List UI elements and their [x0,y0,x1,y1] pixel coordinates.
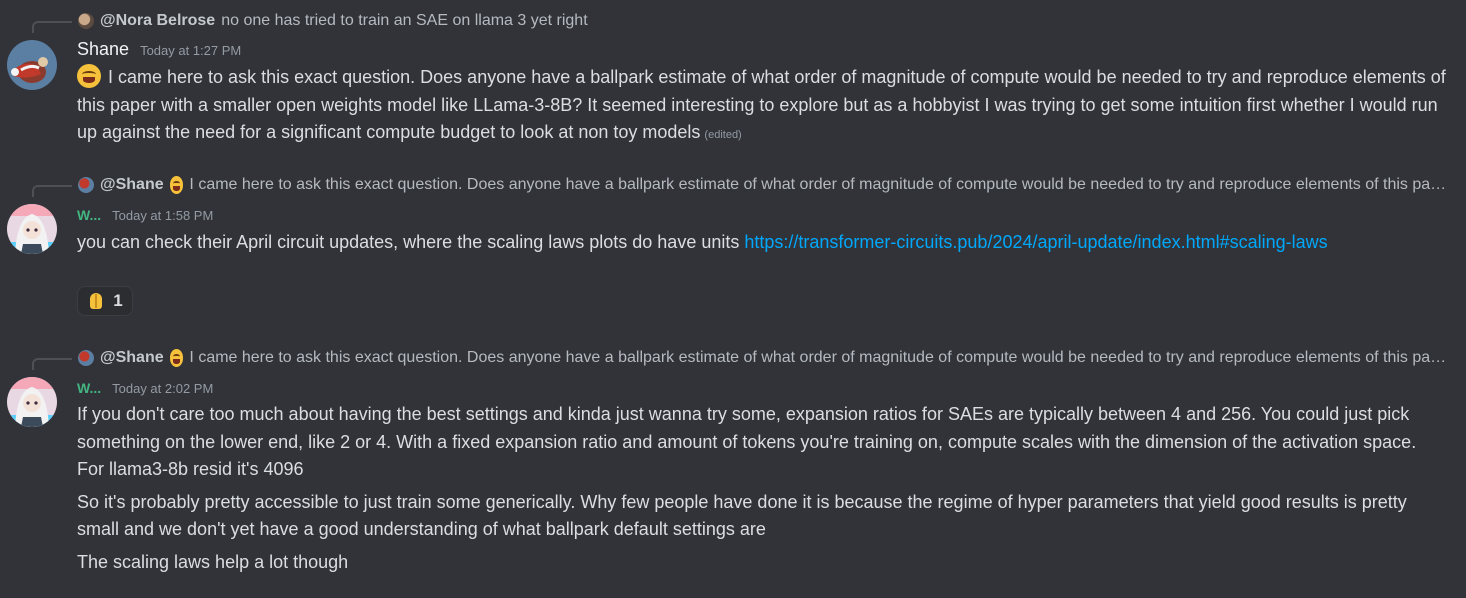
message-content: If you don't care too much about having … [77,401,1447,576]
reaction-count: 1 [113,291,123,310]
timestamp[interactable]: Today at 1:27 PM [140,43,241,58]
reply-preview[interactable]: @Nora Belrose no one has tried to train … [78,11,1448,31]
reply-preview[interactable]: @Shane I came here to ask this exact que… [78,348,1448,368]
avatar-image [7,204,57,254]
message-link[interactable]: https://transformer-circuits.pub/2024/ap… [744,232,1327,252]
message-text: I came here to ask this exact question. … [77,67,1446,142]
joy-emoji-icon[interactable] [77,64,101,88]
reply-text: no one has tried to train an SAE on llam… [221,12,588,29]
username[interactable]: W... [77,207,101,223]
avatar-image [7,377,57,427]
reply-author[interactable]: @Nora Belrose [100,12,215,30]
timestamp[interactable]: Today at 1:58 PM [112,208,213,223]
reaction-button[interactable]: 1 [77,286,133,316]
reply-author[interactable]: @Shane [100,176,164,194]
reply-avatar[interactable] [78,13,94,29]
message-header: W... Today at 2:02 PM [77,380,213,396]
message-paragraph: So it's probably pretty accessible to ju… [77,491,1407,540]
reply-connector [32,185,72,197]
message-paragraph: If you don't care too much about having … [77,404,1417,479]
reply-text: I came here to ask this exact question. … [189,349,1448,366]
edited-label: (edited) [704,129,742,141]
message-content: you can check their April circuit update… [77,229,1447,257]
timestamp[interactable]: Today at 2:02 PM [112,381,213,396]
avatar-image [7,40,57,90]
message-text: you can check their April circuit update… [77,232,745,252]
message-header: W... Today at 1:58 PM [77,207,213,223]
username[interactable]: W... [77,380,101,396]
reply-connector [32,21,72,33]
message-header: Shane Today at 1:27 PM [77,39,241,60]
avatar[interactable] [7,40,57,90]
reply-author[interactable]: @Shane [100,349,164,367]
reply-avatar[interactable] [78,177,94,193]
message-content: I came here to ask this exact question. … [77,64,1447,150]
joy-emoji-icon [169,176,184,194]
folded-hands-icon [87,292,105,310]
reply-text: I came here to ask this exact question. … [189,176,1448,193]
avatar[interactable] [7,377,57,427]
username[interactable]: Shane [77,39,129,60]
avatar[interactable] [7,204,57,254]
reply-preview[interactable]: @Shane I came here to ask this exact que… [78,175,1448,195]
reply-connector [32,358,72,370]
message-paragraph: The scaling laws help a lot though [77,551,349,572]
joy-emoji-icon [169,349,184,367]
reply-avatar[interactable] [78,350,94,366]
